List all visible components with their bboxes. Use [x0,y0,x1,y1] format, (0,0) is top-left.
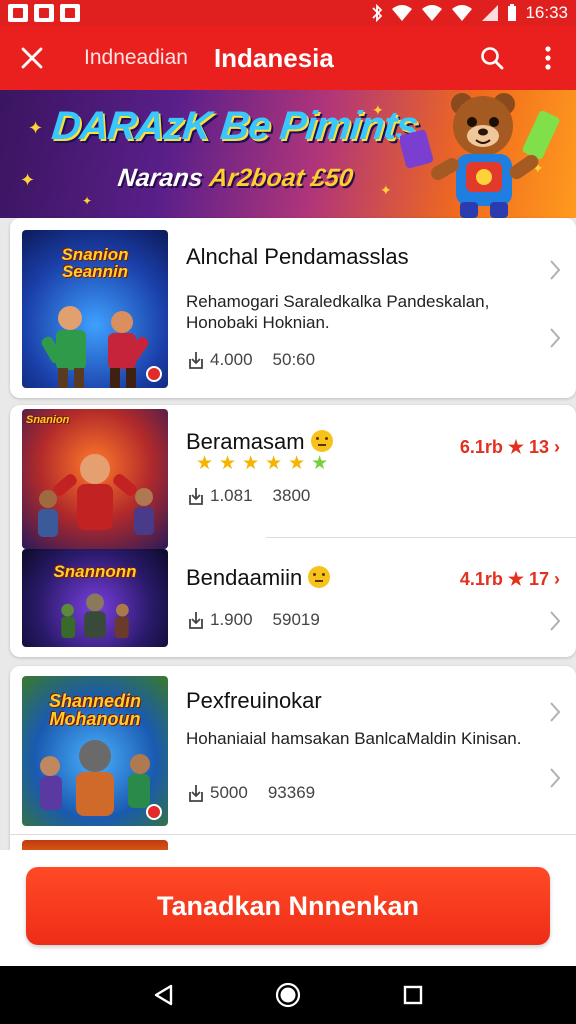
rating-link[interactable]: 4.1rb ★ 17 › [460,569,560,590]
page-title: Indanesia [213,42,334,73]
app-bar: Indneadian Indanesia [0,26,576,90]
emoji-icon [308,566,331,588]
wifi-icon [452,5,473,21]
app-size: 50:60 [272,350,316,369]
search-button[interactable] [464,26,520,90]
notification-app-icon [34,4,54,22]
rating-link[interactable]: 6.1rb ★ 13 › [460,437,560,458]
app-card[interactable]: Snanion Snannonn Beramasam ★★★★★★ 6.1rb … [10,405,576,657]
download-count: 1.081 [210,486,253,505]
app-size: 93369 [267,783,316,802]
app-size: 3800 [272,486,311,505]
back-triangle-icon [154,984,172,1006]
battery-icon [508,4,517,21]
item-meta: 1.081 3800 [186,486,310,506]
search-icon [481,47,504,70]
recents-square-icon [404,985,423,1005]
back-button[interactable] [139,971,187,1019]
item-title: Bendaamiin [186,565,331,591]
download-icon [189,785,203,802]
notification-app-icon [8,4,28,22]
app-card[interactable]: Shannedin Mohanoun Pexfreuinokar Hohania… [10,666,576,866]
status-bar: 16:33 [0,0,576,26]
banner-headline: DARAzK Be Pimints [49,104,420,148]
wifi-icon [392,5,413,21]
more-vert-icon [545,46,551,70]
bottom-action-area: Tanadkan Nnnenkan [0,850,576,966]
more-options-button[interactable] [520,26,576,90]
close-icon [21,47,43,69]
system-navigation-bar [0,966,576,1024]
chevron-right-icon[interactable] [548,609,562,633]
banner-subtitle: Narans Ar2boat £50 [116,164,355,192]
chevron-right-icon[interactable] [548,258,562,282]
item-title: Alnchal Pendamasslas [186,244,409,269]
download-count: 4.000 [210,350,253,369]
thumbnail-badge [146,366,162,382]
emoji-icon [310,430,333,452]
download-icon [189,612,203,629]
app-thumbnail[interactable]: Shannedin Mohanoun [22,676,168,826]
chevron-right-icon[interactable] [548,700,562,724]
bluetooth-icon [372,4,383,22]
item-meta: 4.000 50:60 [186,350,315,370]
status-time: 16:33 [525,3,568,22]
wifi-icon [422,5,443,21]
item-meta: 5000 93369 [186,783,315,803]
divider [266,537,576,538]
app-size: 59019 [272,610,320,629]
signal-icon [482,5,499,21]
primary-cta-button[interactable]: Tanadkan Nnnenkan [26,867,550,945]
app-bar-subtitle: Indneadian [84,46,188,69]
bear-mascot-illustration [400,93,560,218]
home-button[interactable] [264,971,312,1019]
close-button[interactable] [0,26,64,90]
recents-button[interactable] [389,971,437,1019]
notification-app-icon [60,4,80,22]
divider [10,834,576,835]
item-description: Hohaniaial hamsakan BanlcaMaldin Kinisan… [186,729,522,748]
app-thumbnail[interactable]: Snannonn [22,549,168,647]
item-meta: 1.900 59019 [186,610,320,630]
download-count: 5000 [210,783,248,802]
download-icon [189,352,203,369]
chevron-right-icon[interactable] [548,766,562,790]
chevron-right-icon[interactable] [548,326,562,350]
thumbnail-badge [146,804,162,820]
star-rating: ★★★★★★ [196,453,335,474]
thumbnail-title: Snanion Seannin [61,245,129,281]
game-characters-art [38,454,154,537]
app-thumbnail[interactable]: Snanion Seannin [22,230,168,388]
notification-icons [8,4,80,22]
app-thumbnail[interactable]: Snanion [22,409,168,549]
app-card[interactable]: Snanion Seannin Alnchal Pendamasslas Reh… [10,218,576,398]
home-circle-icon [275,982,301,1008]
download-count: 1.900 [210,610,253,629]
game-characters-art [61,593,129,639]
promo-banner[interactable]: ✦ ✦ ✦ ✦ ✦ ✦ DARAzK Be Pimints Narans Ar2… [0,90,576,218]
download-icon [189,488,203,505]
thumbnail-title: Snanion [26,414,70,426]
item-description: Rehamogari Saraledkalka Pandeskalan, Hon… [186,292,490,332]
item-title: Pexfreuinokar [186,688,322,713]
